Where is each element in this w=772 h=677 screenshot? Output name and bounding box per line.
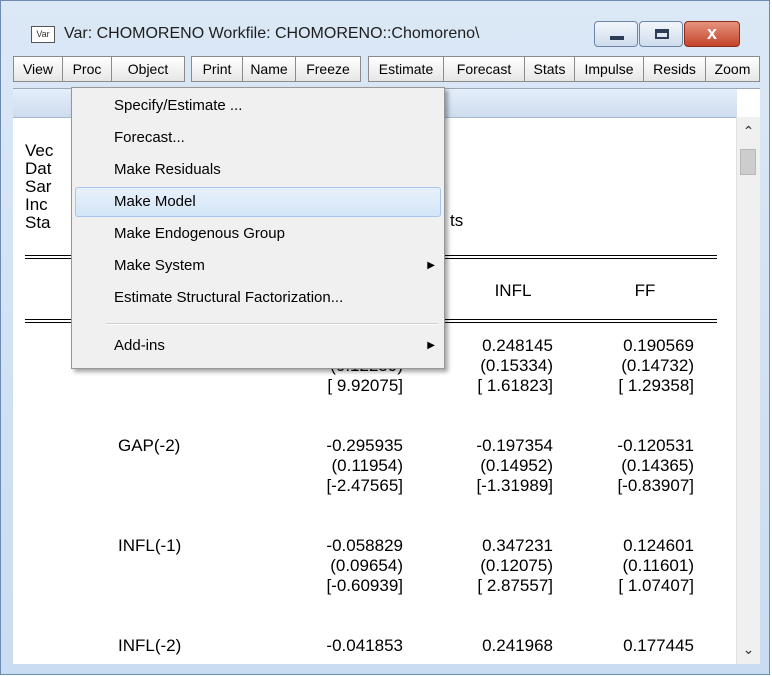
toolbar-resids-button[interactable]: Resids bbox=[643, 56, 706, 82]
table-cell: 0.190569 bbox=[623, 336, 694, 355]
table-cell: -0.120531 bbox=[617, 436, 694, 455]
toolbar-freeze-button[interactable]: Freeze bbox=[295, 56, 361, 82]
toolbar-view-button[interactable]: View bbox=[13, 56, 63, 82]
table-cell: [ 1.07407] bbox=[618, 576, 694, 595]
menu-item-label: Add-ins bbox=[114, 337, 165, 354]
submenu-arrow-icon: ▶ bbox=[427, 260, 435, 271]
table-cell: (0.15334) bbox=[480, 356, 553, 375]
close-button[interactable]: x bbox=[684, 21, 740, 47]
toolbar-object-button[interactable]: Object bbox=[111, 56, 185, 82]
table-cell: 0.177445 bbox=[623, 636, 694, 655]
vertical-scrollbar[interactable]: ⌃ ⌄ bbox=[736, 117, 760, 664]
title-bar[interactable]: Var Var: CHOMORENO Workfile: CHOMORENO::… bbox=[7, 1, 763, 47]
scroll-down-icon[interactable]: ⌄ bbox=[737, 641, 760, 658]
minimize-icon bbox=[610, 36, 624, 40]
table-cell: (0.12075) bbox=[480, 556, 553, 575]
table-cell: -0.295935 bbox=[326, 436, 403, 455]
var-window: Var Var: CHOMORENO Workfile: CHOMORENO::… bbox=[0, 0, 770, 675]
partial-label: Sta bbox=[25, 213, 51, 232]
menu-item-label: Make Endogenous Group bbox=[114, 225, 285, 242]
toolbar-impulse-button[interactable]: Impulse bbox=[574, 56, 644, 82]
minimize-button[interactable] bbox=[594, 21, 638, 47]
menu-separator bbox=[106, 323, 438, 325]
menu-item-specify-estimate[interactable]: Specify/Estimate ... bbox=[75, 91, 441, 121]
partial-label: Sar bbox=[25, 177, 52, 196]
table-cell: (0.14365) bbox=[621, 456, 694, 475]
table-cell: (0.11954) bbox=[331, 456, 403, 475]
toolbar-zoom-button[interactable]: Zoom bbox=[705, 56, 760, 82]
partial-label: Dat bbox=[25, 159, 52, 178]
menu-item-label: Estimate Structural Factorization... bbox=[114, 289, 344, 306]
menu-item-label: Make Residuals bbox=[114, 161, 221, 178]
scroll-up-icon[interactable]: ⌃ bbox=[737, 123, 760, 140]
menu-item-make-model[interactable]: Make Model bbox=[75, 187, 441, 217]
scroll-thumb[interactable] bbox=[740, 149, 756, 175]
table-cell: [-1.31989] bbox=[476, 476, 553, 495]
toolbar-name-button[interactable]: Name bbox=[242, 56, 296, 82]
table-cell: (0.14732) bbox=[621, 356, 694, 375]
close-icon: x bbox=[706, 23, 717, 43]
partial-label: Inc bbox=[25, 195, 48, 214]
table-cell: -0.041853 bbox=[326, 636, 403, 655]
menu-item-make-system[interactable]: Make System ▶ bbox=[75, 251, 441, 281]
toolbar-forecast-button[interactable]: Forecast bbox=[443, 56, 525, 82]
submenu-arrow-icon: ▶ bbox=[427, 340, 435, 351]
table-cell: [ 1.29358] bbox=[618, 376, 694, 395]
table-cell: (0.14952) bbox=[480, 456, 553, 475]
column-header-infl: INFL bbox=[494, 281, 532, 300]
menu-item-estimate-structural-factorization[interactable]: Estimate Structural Factorization... bbox=[75, 283, 441, 313]
table-cell: (0.09654) bbox=[330, 556, 403, 575]
menu-item-make-residuals[interactable]: Make Residuals bbox=[75, 155, 441, 185]
table-cell: 0.248145 bbox=[482, 336, 553, 355]
toolbar-print-button[interactable]: Print bbox=[191, 56, 243, 82]
window-title: Var: CHOMORENO Workfile: CHOMORENO::Chom… bbox=[64, 25, 480, 42]
menu-item-make-endogenous-group[interactable]: Make Endogenous Group bbox=[75, 219, 441, 249]
table-cell: [ 9.92075] bbox=[327, 376, 403, 395]
table-cell: -0.197354 bbox=[476, 436, 553, 455]
menu-item-label: Make Model bbox=[114, 193, 196, 210]
table-cell: 0.124601 bbox=[623, 536, 694, 555]
proc-menu: Specify/Estimate ... Forecast... Make Re… bbox=[71, 87, 445, 369]
menu-item-label: Forecast... bbox=[114, 129, 185, 146]
table-row-label: INFL(-2) bbox=[118, 636, 182, 655]
menu-item-add-ins[interactable]: Add-ins ▶ bbox=[75, 331, 441, 361]
menu-item-label: Make System bbox=[114, 257, 205, 274]
table-cell: (0.11601) bbox=[622, 556, 694, 575]
column-header-ff: FF bbox=[634, 281, 656, 300]
table-cell: [ 1.61823] bbox=[477, 376, 553, 395]
table-row-label: INFL(-1) bbox=[118, 536, 182, 555]
table-cell: -0.058829 bbox=[326, 536, 403, 555]
table-cell: [-0.60939] bbox=[326, 576, 403, 595]
partial-label: Vec bbox=[25, 141, 54, 160]
table-cell: [ 2.87557] bbox=[477, 576, 553, 595]
toolbar-stats-button[interactable]: Stats bbox=[524, 56, 575, 82]
partial-text: ts bbox=[450, 211, 464, 230]
maximize-icon bbox=[655, 29, 669, 39]
table-row-label: GAP(-2) bbox=[118, 436, 181, 455]
menu-item-label: Specify/Estimate ... bbox=[114, 97, 243, 114]
table-cell: [-2.47565] bbox=[326, 476, 403, 495]
table-cell: [-0.83907] bbox=[617, 476, 694, 495]
table-cell: 0.241968 bbox=[482, 636, 553, 655]
table-cell: 0.347231 bbox=[482, 536, 553, 555]
toolbar-estimate-button[interactable]: Estimate bbox=[368, 56, 444, 82]
maximize-button[interactable] bbox=[639, 21, 683, 47]
menu-item-forecast[interactable]: Forecast... bbox=[75, 123, 441, 153]
toolbar-proc-button[interactable]: Proc bbox=[62, 56, 112, 82]
var-object-icon: Var bbox=[31, 26, 55, 43]
